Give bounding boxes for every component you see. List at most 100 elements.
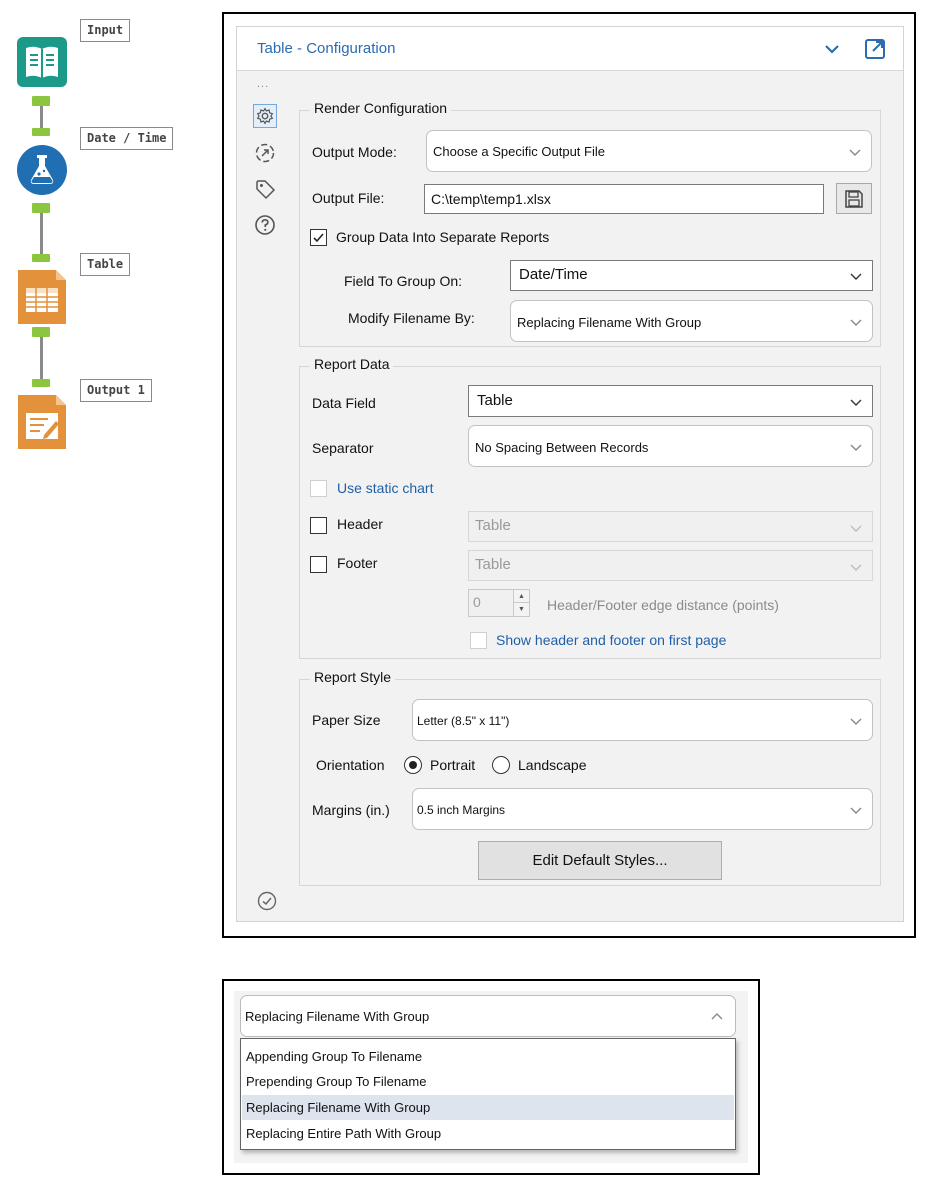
save-file-button[interactable] — [836, 183, 872, 214]
chevron-down-icon — [850, 273, 862, 280]
select-value: Date/Time — [519, 266, 588, 283]
output-anchor[interactable] — [32, 327, 50, 337]
landscape-label: Landscape — [518, 757, 587, 773]
edit-default-styles-button[interactable]: Edit Default Styles... — [478, 841, 722, 880]
output-mode-label: Output Mode: — [312, 144, 397, 160]
select-value: Table — [475, 556, 511, 573]
group-title: Report Style — [310, 669, 396, 685]
portrait-radio[interactable] — [404, 756, 422, 774]
chevron-down-icon[interactable] — [819, 36, 845, 62]
select-value: Choose a Specific Output File — [433, 144, 605, 159]
orientation-label: Orientation — [316, 757, 385, 773]
config-panel: Table - Configuration ... Render Configu… — [236, 26, 904, 922]
connection-line — [40, 106, 43, 128]
chevron-down-icon — [850, 807, 862, 814]
stepper-down-icon[interactable]: ▼ — [514, 603, 529, 616]
chevron-down-icon — [849, 149, 861, 156]
select-value: Replacing Filename With Group — [245, 1009, 430, 1024]
output-file-input[interactable] — [424, 184, 824, 214]
group-data-label: Group Data Into Separate Reports — [336, 229, 550, 245]
stepper-value: 0 — [473, 594, 481, 610]
select-value: Table — [475, 517, 511, 534]
checkmark-icon — [313, 233, 324, 243]
dropdown-option-selected[interactable]: Replacing Filename With Group — [242, 1095, 734, 1120]
chevron-up-icon — [711, 1013, 723, 1020]
help-icon[interactable] — [253, 213, 277, 237]
dropdown-option[interactable]: Appending Group To Filename — [242, 1044, 734, 1069]
gear-icon[interactable] — [253, 104, 277, 128]
connection-line — [40, 337, 43, 379]
tool-label-input: Input — [80, 19, 131, 42]
group-data-checkbox[interactable] — [310, 229, 327, 246]
dropdown-option[interactable]: Replacing Entire Path With Group — [242, 1121, 734, 1146]
show-first-page-label: Show header and footer on first page — [496, 632, 727, 648]
header-select[interactable]: Table — [468, 511, 873, 542]
footer-checkbox[interactable] — [310, 556, 327, 573]
modify-filename-select-open[interactable]: Replacing Filename With Group — [240, 995, 736, 1037]
footer-label: Footer — [337, 555, 378, 571]
modify-filename-label: Modify Filename By: — [348, 310, 475, 326]
output-mode-select[interactable]: Choose a Specific Output File — [426, 130, 872, 172]
paper-size-label: Paper Size — [312, 712, 381, 728]
separator-label: Separator — [312, 440, 374, 456]
floppy-disk-icon — [845, 190, 863, 208]
footer-select[interactable]: Table — [468, 550, 873, 581]
output-file-label: Output File: — [312, 190, 385, 206]
config-title: Table - Configuration — [257, 40, 396, 57]
select-value: Table — [477, 392, 513, 409]
report-style-group: Report Style Paper Size Letter (8.5" x 1… — [299, 669, 881, 886]
checkmark-circle-icon[interactable] — [257, 891, 277, 911]
chevron-down-icon — [850, 525, 862, 532]
chevron-down-icon — [850, 319, 862, 326]
input-data-icon[interactable] — [16, 36, 68, 88]
report-data-group: Report Data Data Field Table Separator N… — [299, 356, 881, 659]
chevron-down-icon — [850, 399, 862, 406]
static-chart-label: Use static chart — [337, 480, 434, 496]
dropdown-list: Appending Group To Filename Prepending G… — [240, 1038, 736, 1150]
tool-label-output: Output 1 — [80, 379, 152, 402]
input-anchor[interactable] — [32, 128, 50, 136]
output-anchor[interactable] — [32, 96, 50, 106]
connection-progress-icon[interactable] — [253, 141, 277, 165]
dropdown-detail-frame: Replacing Filename With Group Appending … — [222, 979, 760, 1175]
render-output-icon[interactable] — [16, 393, 68, 449]
data-field-label: Data Field — [312, 395, 376, 411]
connection-line — [40, 213, 43, 254]
static-chart-checkbox[interactable] — [310, 480, 327, 497]
select-value: 0.5 inch Margins — [417, 803, 506, 817]
stepper-up-icon[interactable]: ▲ — [514, 590, 529, 603]
portrait-label: Portrait — [430, 757, 476, 773]
landscape-radio[interactable] — [492, 756, 510, 774]
header-label: Header — [337, 516, 383, 532]
datetime-tool-icon[interactable] — [16, 144, 68, 196]
config-header: Table - Configuration — [237, 27, 903, 71]
chevron-down-icon — [850, 564, 862, 571]
chevron-down-icon — [850, 718, 862, 725]
table-tool-icon[interactable] — [16, 268, 68, 324]
edge-distance-stepper[interactable]: 0 ▲ ▼ — [468, 589, 530, 617]
margins-select[interactable]: 0.5 inch Margins — [412, 788, 873, 830]
select-value: No Spacing Between Records — [475, 440, 649, 455]
group-title: Report Data — [310, 356, 394, 372]
show-first-page-checkbox[interactable] — [470, 632, 487, 649]
input-anchor[interactable] — [32, 254, 50, 262]
paper-size-select[interactable]: Letter (8.5" x 11") — [412, 699, 873, 741]
margins-label: Margins (in.) — [312, 802, 390, 818]
config-window: Table - Configuration ... Render Configu… — [222, 12, 916, 938]
header-checkbox[interactable] — [310, 517, 327, 534]
tool-label-datetime: Date / Time — [80, 127, 174, 150]
data-field-select[interactable]: Table — [468, 385, 873, 417]
output-anchor[interactable] — [32, 203, 50, 213]
group-title: Render Configuration — [310, 100, 452, 116]
edge-distance-label: Header/Footer edge distance (points) — [547, 597, 779, 613]
modify-filename-select[interactable]: Replacing Filename With Group — [510, 300, 873, 342]
field-to-group-select[interactable]: Date/Time — [510, 260, 873, 291]
separator-select[interactable]: No Spacing Between Records — [468, 425, 873, 467]
popout-icon[interactable] — [861, 35, 889, 63]
render-configuration-group: Render Configuration Output Mode: Choose… — [299, 100, 881, 347]
field-to-group-label: Field To Group On: — [344, 273, 463, 289]
input-anchor[interactable] — [32, 379, 50, 387]
more-dots-icon[interactable]: ... — [257, 78, 269, 90]
tag-icon[interactable] — [253, 177, 277, 201]
dropdown-option[interactable]: Prepending Group To Filename — [242, 1069, 734, 1094]
